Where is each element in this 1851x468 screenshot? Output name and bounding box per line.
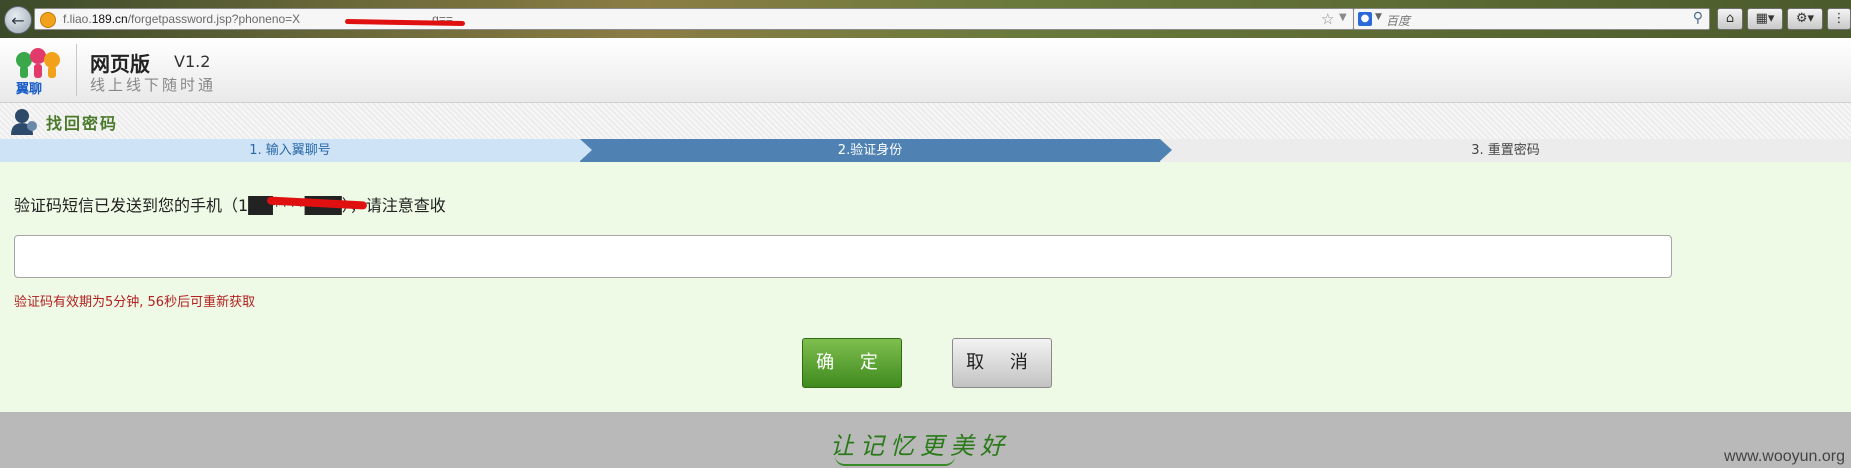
home-icon[interactable]: ⌂ (1717, 8, 1743, 30)
address-bar[interactable]: f.liao.189.cn/forgetpassword.jsp?phoneno… (34, 8, 1365, 30)
baidu-paw-icon[interactable]: ● (1358, 12, 1372, 26)
section-bar: 找回密码 (0, 103, 1851, 139)
header-divider (76, 44, 77, 96)
step-verify-identity: 2.验证身份 (580, 139, 1160, 162)
search-placeholder: 百度 (1386, 14, 1411, 28)
app-header: 翼聊 网页版 V1.2 线上线下随时通 (0, 38, 1851, 103)
progress-steps: 1. 输入翼聊号 2.验证身份 3. 重置密码 (0, 139, 1851, 162)
site-favicon-icon (40, 12, 56, 28)
back-arrow-icon[interactable]: ← (4, 6, 32, 34)
browser-toolbar: ← f.liao.189.cn/forgetpassword.jsp?phone… (0, 0, 1851, 38)
extra-toolbar-icon[interactable]: ⋮ (1827, 8, 1851, 30)
tools-icon[interactable]: ⚙▾ (1787, 8, 1823, 30)
step-reset-password: 3. 重置密码 (1160, 139, 1851, 162)
app-slogan: 线上线下随时通 (90, 76, 217, 94)
sms-sent-message: 验证码短信已发送到您的手机（1██****███），请注意查收 (14, 192, 446, 216)
logo-text: 翼聊 (16, 82, 43, 97)
bookmark-star-icon[interactable]: ☆ (1321, 10, 1334, 28)
toolbar-menu-icon[interactable]: ▦▾ (1747, 8, 1783, 30)
search-engine-dropdown-icon[interactable]: ▼ (1375, 12, 1382, 22)
url-prefix: f.liao. (63, 12, 92, 26)
confirm-button[interactable]: 确 定 (802, 338, 902, 388)
cancel-button[interactable]: 取 消 (952, 338, 1052, 388)
url-domain: 189.cn (91, 12, 128, 26)
app-version: V1.2 (174, 52, 211, 71)
user-avatar-icon (11, 109, 37, 135)
page-title: 找回密码 (46, 114, 119, 133)
watermark: www.wooyun.org (1724, 448, 1845, 465)
code-expiry-note: 验证码有效期为5分钟, 56秒后可重新获取 (14, 295, 256, 310)
step-enter-account: 1. 输入翼聊号 (0, 139, 580, 162)
verification-code-input[interactable] (14, 235, 1672, 278)
search-icon[interactable]: ⚲ (1693, 10, 1703, 26)
step-arrow (1160, 139, 1172, 161)
footer: 让记忆更美好 www.wooyun.org (0, 412, 1851, 468)
url-path: /forgetpassword.jsp?phoneno=X (127, 12, 301, 26)
app-title: 网页版 (90, 52, 150, 76)
history-dropdown-icon[interactable]: ▼ (1339, 12, 1347, 23)
message-prefix: 验证码短信已发送到您的手机（ (14, 196, 239, 215)
step-arrow (580, 139, 592, 161)
search-bar[interactable]: ● ▼ 百度 ⚲ (1353, 8, 1710, 30)
verify-form: 验证码短信已发送到您的手机（1██****███），请注意查收 验证码有效期为5… (0, 162, 1851, 412)
footer-swoosh (835, 456, 955, 466)
